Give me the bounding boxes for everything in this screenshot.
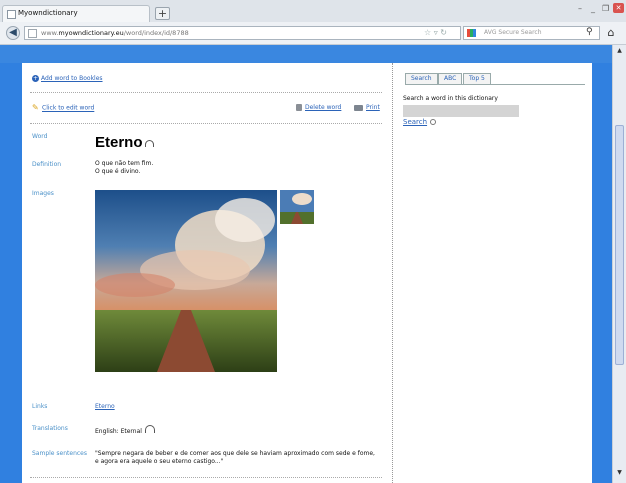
minimize-small-icon[interactable]: _ <box>591 4 595 13</box>
print-link[interactable]: Print <box>366 104 380 111</box>
magnifier-icon[interactable] <box>430 119 437 125</box>
links-label: Links <box>32 403 48 410</box>
tab-search[interactable]: Search <box>405 73 438 84</box>
word-title: Eterno <box>95 134 154 151</box>
browser-tab[interactable]: Myowndictionary <box>2 5 150 22</box>
tab-top5[interactable]: Top 5 <box>463 73 491 84</box>
divider <box>30 92 382 93</box>
vertical-scrollbar[interactable]: ▲ ▼ <box>612 45 626 483</box>
bookmark-star-icon[interactable]: ☆ ▿ ↻ <box>424 28 447 37</box>
definition-text: O que não tem fim. O que é divino. <box>95 160 154 175</box>
word-image-thumbnail[interactable] <box>280 190 314 224</box>
divider <box>30 123 382 124</box>
trash-icon <box>296 104 302 111</box>
avg-logo-icon <box>467 29 476 37</box>
restore-icon[interactable]: ❐ <box>602 4 609 13</box>
images-label: Images <box>32 190 54 197</box>
sample-sentences-label: Sample sentences <box>32 450 87 457</box>
search-icon[interactable]: ⚲ <box>586 27 593 37</box>
home-icon[interactable]: ⌂ <box>604 27 618 39</box>
add-word-link[interactable]: Add word to Bookles <box>41 75 103 82</box>
page-favicon-icon <box>7 10 16 19</box>
related-link[interactable]: Eterno <box>95 403 115 410</box>
sample-sentence: "Sempre negara de beber e de comer aos q… <box>95 450 375 465</box>
close-window-button[interactable]: ✕ <box>613 3 624 13</box>
minimize-icon[interactable]: – <box>578 4 582 13</box>
search-bar[interactable]: AVG Secure Search <box>463 26 600 40</box>
translation-text: English: Eternal <box>95 425 155 435</box>
site-header <box>0 45 612 63</box>
scroll-down-icon[interactable]: ▼ <box>614 469 625 479</box>
printer-icon <box>354 104 363 111</box>
navigation-bar: ◀ www.myowndictionary.eu/word/index/id/8… <box>0 22 626 45</box>
delete-word-link[interactable]: Delete word <box>305 104 341 111</box>
headphones-icon[interactable] <box>144 425 155 433</box>
plus-circle-icon: + <box>32 75 39 82</box>
search-prompt: Search a word in this dictionary <box>403 95 498 102</box>
word-entry: + Add word to Bookles ✎ Click to edit word… <box>22 63 384 483</box>
word-label: Word <box>32 133 48 140</box>
word-actions: ✎ Click to edit word Delete word Print <box>32 104 382 116</box>
scrollbar-thumb[interactable] <box>615 125 624 365</box>
browser-tab-bar: Myowndictionary + – _ ❐ ✕ <box>0 0 626 22</box>
divider <box>30 477 382 478</box>
scroll-up-icon[interactable]: ▲ <box>614 47 625 57</box>
tab-underline <box>405 84 585 85</box>
new-tab-button[interactable]: + <box>155 7 170 20</box>
search-action[interactable]: Search <box>403 118 437 126</box>
search-link[interactable]: Search <box>403 118 427 126</box>
page-viewport: + Add word to Bookles ✎ Click to edit word… <box>0 45 626 483</box>
word-image[interactable] <box>95 190 277 372</box>
headphones-icon[interactable] <box>144 140 154 147</box>
page-content: + Add word to Bookles ✎ Click to edit word… <box>22 63 592 483</box>
edit-word-link[interactable]: Click to edit word <box>42 105 94 112</box>
definition-label: Definition <box>32 161 62 168</box>
sidebar: Search ABC Top 5 Search a word in this d… <box>392 63 593 483</box>
back-button[interactable]: ◀ <box>6 26 20 40</box>
tab-title: Myowndictionary <box>18 9 78 17</box>
add-to-bookles[interactable]: + Add word to Bookles <box>32 75 103 82</box>
pencil-icon: ✎ <box>32 103 39 112</box>
address-bar[interactable]: www.myowndictionary.eu/word/index/id/878… <box>24 26 461 40</box>
search-placeholder: AVG Secure Search <box>484 29 542 36</box>
translations-label: Translations <box>32 425 68 432</box>
url-text: www.myowndictionary.eu/word/index/id/878… <box>41 29 189 37</box>
site-identity-icon <box>28 29 37 38</box>
dictionary-search-input[interactable] <box>403 105 519 117</box>
tab-abc[interactable]: ABC <box>438 73 463 84</box>
